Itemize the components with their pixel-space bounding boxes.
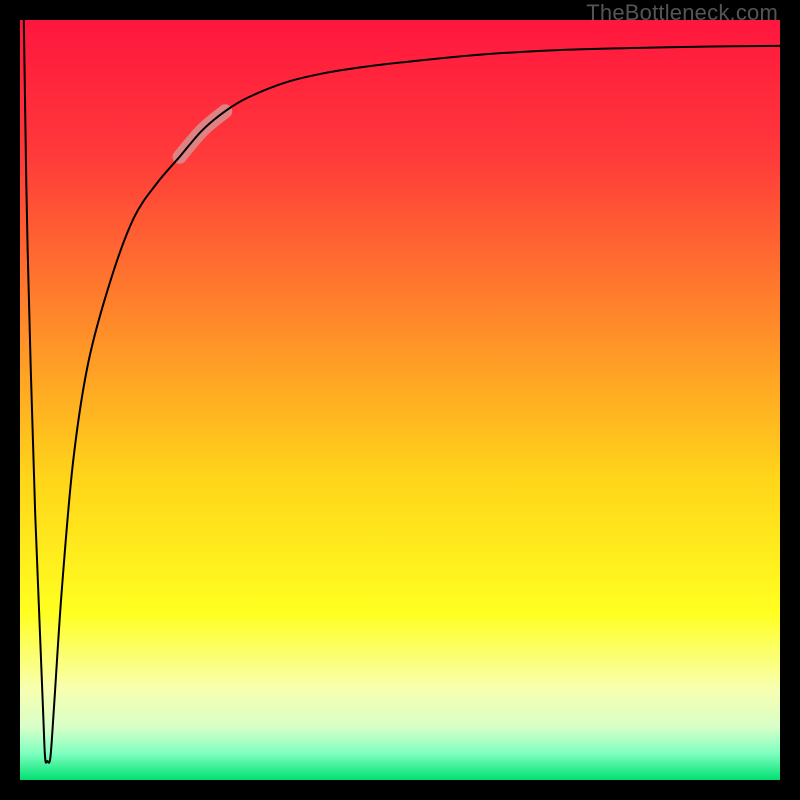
chart-svg	[20, 20, 780, 780]
chart-frame: TheBottleneck.com	[0, 0, 800, 800]
gradient-background	[20, 20, 780, 780]
plot-area	[20, 20, 780, 780]
